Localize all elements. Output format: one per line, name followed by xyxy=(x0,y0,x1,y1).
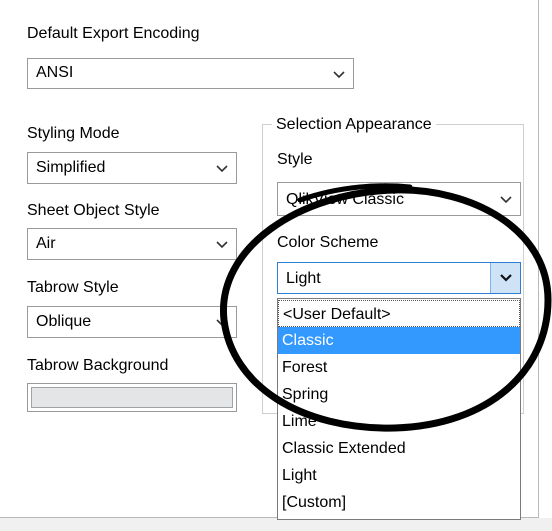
annotation-oval xyxy=(220,183,552,432)
